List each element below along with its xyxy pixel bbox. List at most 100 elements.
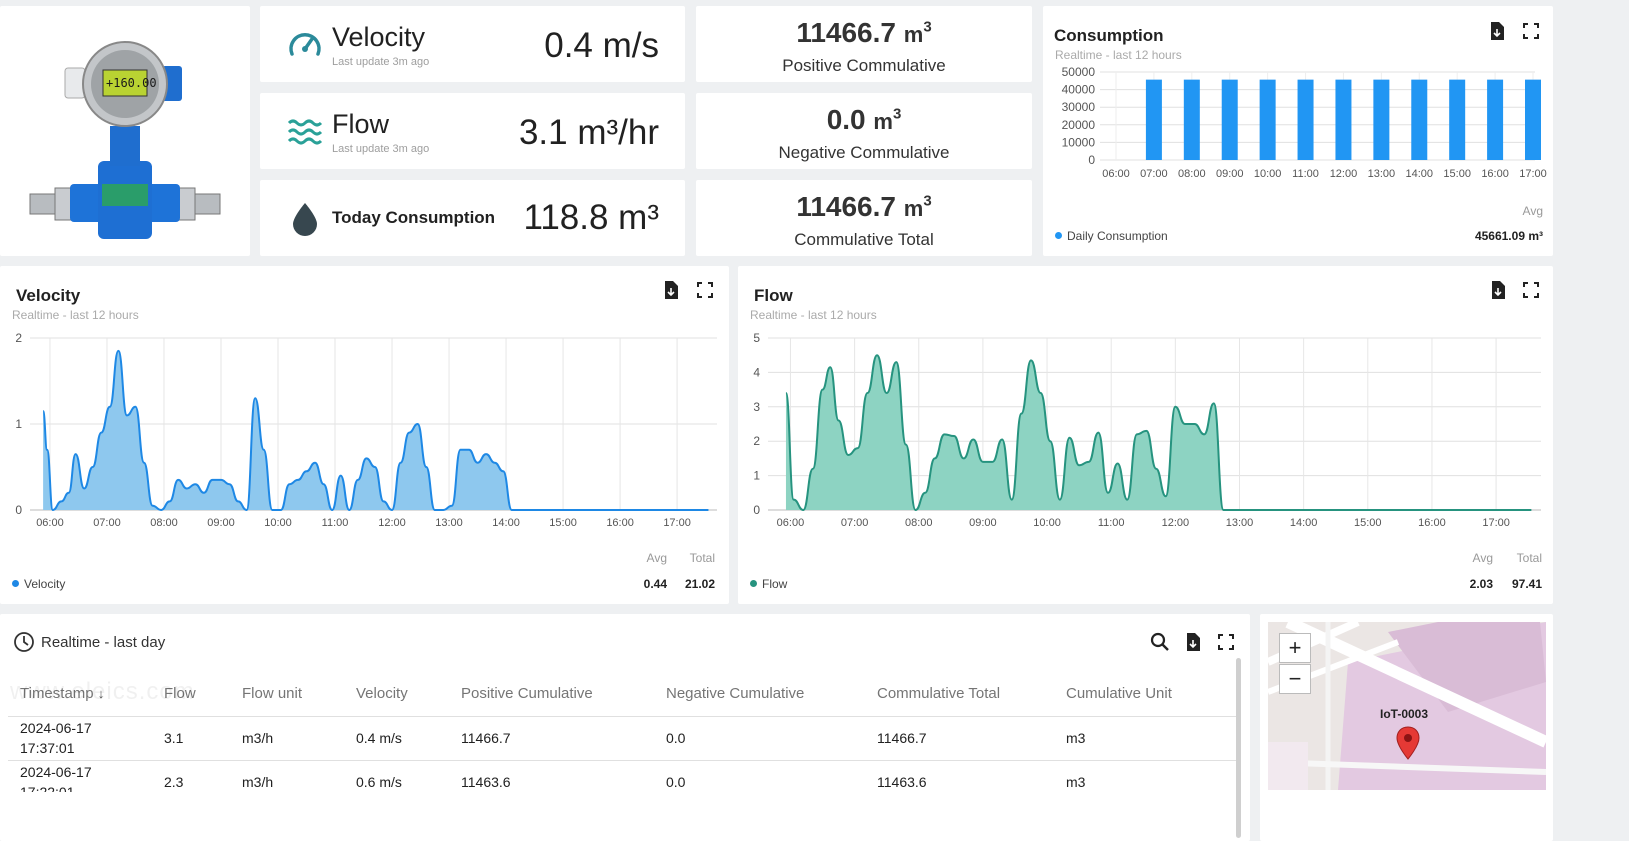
- y-tick-label: 40000: [1062, 83, 1096, 97]
- velocity-legend-dot: [12, 580, 19, 587]
- x-tick-label: 06:00: [1102, 168, 1130, 180]
- cell-flow: 2.3: [152, 760, 230, 792]
- consumption-bar-chart: 0 10000 20000 30000 40000 50000 06:00 07:00 08:0…: [1062, 65, 1547, 180]
- x-tick-label: 17:00: [1482, 517, 1510, 529]
- table-scrollbar[interactable]: [1236, 658, 1241, 838]
- x-tick-label: 12:00: [1162, 517, 1190, 529]
- flow-avg-label: Avg: [1472, 551, 1493, 565]
- x-tick-label: 14:00: [1290, 517, 1318, 529]
- cell-commulative-total: 11463.6: [865, 760, 1054, 792]
- x-tick-label: 07:00: [841, 517, 869, 529]
- flow-avg-value: 2.03: [1469, 577, 1493, 591]
- cumulative-total-label: Commulative Total: [794, 230, 934, 249]
- velocity-kpi-value: 0.4 m/s: [544, 26, 659, 65]
- table-row[interactable]: 2024-06-17 17:22:01 2.3 m3/h 0.6 m/s 1146…: [8, 760, 1236, 792]
- y-tick-label: 4: [753, 365, 760, 379]
- fullscreen-icon[interactable]: [1520, 279, 1542, 301]
- x-tick-label: 13:00: [435, 517, 463, 529]
- flow-total-value: 97.41: [1511, 577, 1542, 591]
- y-tick-label: 0: [753, 503, 760, 517]
- col-cumulative-unit[interactable]: Cumulative Unit: [1054, 672, 1236, 717]
- x-tick-label: 06:00: [777, 517, 805, 529]
- consumption-legend[interactable]: Daily Consumption: [1055, 229, 1168, 243]
- col-flow-unit[interactable]: Flow unit: [230, 672, 344, 717]
- export-icon[interactable]: [660, 279, 682, 301]
- x-tick-label: 14:00: [492, 517, 520, 529]
- flow-legend-label: Flow: [762, 577, 788, 591]
- positive-cumulative-card: 11466.7 m3 Positive Commulative: [696, 6, 1032, 82]
- col-positive-cumulative[interactable]: Positive Cumulative: [449, 672, 654, 717]
- col-negative-cumulative[interactable]: Negative Cumulative: [654, 672, 865, 717]
- y-tick-label: 50000: [1062, 65, 1096, 79]
- x-tick-label: 16:00: [606, 517, 634, 529]
- x-tick-label: 08:00: [1178, 168, 1206, 180]
- table-row[interactable]: 2024-06-17 17:37:01 3.1 m3/h 0.4 m/s 1146…: [8, 716, 1236, 761]
- flow-legend[interactable]: Flow: [750, 577, 787, 591]
- x-tick-label: 14:00: [1406, 168, 1434, 180]
- flow-area-chart: 0 1 2 3 4 5 06:00 07:00 08:00 09:00 10:00 11:00 12:0…: [753, 331, 1541, 529]
- flow-total-label: Total: [1516, 551, 1542, 565]
- x-tick-label: 15:00: [1443, 168, 1471, 180]
- series-area: [43, 350, 709, 510]
- x-tick-label: 09:00: [1216, 168, 1244, 180]
- zoom-out-button[interactable]: −: [1279, 664, 1311, 694]
- negative-cumulative-card: 0.0 m3 Negative Commulative: [696, 93, 1032, 169]
- consumption-legend-label: Daily Consumption: [1067, 229, 1168, 243]
- y-tick-label: 3: [753, 400, 760, 414]
- y-tick-label: 10000: [1062, 135, 1096, 149]
- export-icon[interactable]: [1487, 279, 1509, 301]
- x-tick-label: 13:00: [1368, 168, 1396, 180]
- cell-flow-unit: m3/h: [230, 760, 344, 792]
- flow-legend-dot: [750, 580, 757, 587]
- velocity-widget: Velocity Realtime - last 12 hours 0 1 2 06:…: [0, 266, 729, 604]
- cell-velocity: 0.6 m/s: [344, 760, 449, 792]
- y-tick-label: 2: [15, 331, 22, 345]
- x-tick-label: 09:00: [207, 517, 235, 529]
- device-image-card: +160.00: [0, 6, 250, 256]
- x-tick-label: 07:00: [1140, 168, 1168, 180]
- y-tick-label: 0: [1088, 153, 1095, 167]
- positive-cumulative-label: Positive Commulative: [782, 56, 946, 75]
- velocity-chart-title: Velocity: [16, 286, 81, 305]
- flow-widget: Flow Realtime - last 12 hours 0 1 2 3 4 5 06:0…: [738, 266, 1553, 604]
- y-tick-label: 1: [15, 417, 22, 431]
- bar: [1411, 79, 1428, 160]
- y-tick-label: 30000: [1062, 100, 1096, 114]
- cumulative-total-unit: m: [903, 196, 924, 221]
- today-consumption-value: 118.8 m³: [523, 198, 659, 237]
- flow-chart-title: Flow: [754, 286, 793, 305]
- cell-flow-unit: m3/h: [230, 716, 344, 761]
- bar: [1487, 79, 1504, 160]
- export-icon[interactable]: [1486, 20, 1508, 42]
- map-pin-icon[interactable]: [1396, 726, 1420, 760]
- flowmeter-image: [29, 41, 221, 239]
- col-velocity[interactable]: Velocity: [344, 672, 449, 717]
- bar: [1145, 79, 1162, 160]
- x-tick-label: 15:00: [549, 517, 577, 529]
- x-tick-label: 10:00: [264, 517, 292, 529]
- velocity-avg-value: 0.44: [643, 577, 667, 591]
- y-tick-label: 5: [753, 331, 760, 345]
- velocity-kpi-updated: Last update 3m ago: [332, 56, 430, 68]
- x-tick-label: 17:00: [1519, 168, 1547, 180]
- negative-cumulative-label: Negative Commulative: [778, 143, 950, 162]
- waves-icon: [287, 119, 323, 145]
- zoom-in-button[interactable]: +: [1279, 633, 1311, 663]
- map-widget: + − IoT-0003: [1260, 614, 1553, 841]
- x-tick-label: 11:00: [322, 517, 349, 529]
- velocity-area-chart: 0 1 2 06:00 07:00 08:00 09:00 10:00 11:00 12:00 13…: [15, 331, 717, 529]
- flow-chart-subtitle: Realtime - last 12 hours: [750, 308, 877, 322]
- fullscreen-icon[interactable]: [694, 279, 716, 301]
- consumption-subtitle: Realtime - last 12 hours: [1055, 48, 1182, 62]
- x-tick-label: 11:00: [1292, 168, 1319, 180]
- cell-commulative-total: 11466.7: [865, 716, 1054, 761]
- cell-cumulative-unit: m3: [1054, 760, 1236, 792]
- col-commulative-total[interactable]: Commulative Total: [865, 672, 1054, 717]
- watermark: www.eleics.com: [10, 678, 195, 705]
- fullscreen-icon[interactable]: [1520, 20, 1542, 42]
- y-tick-label: 0: [15, 503, 22, 517]
- y-tick-label: 2: [753, 434, 760, 448]
- consumption-avg-label: Avg: [1522, 204, 1543, 218]
- velocity-legend[interactable]: Velocity: [12, 577, 65, 591]
- y-tick-label: 20000: [1062, 118, 1096, 132]
